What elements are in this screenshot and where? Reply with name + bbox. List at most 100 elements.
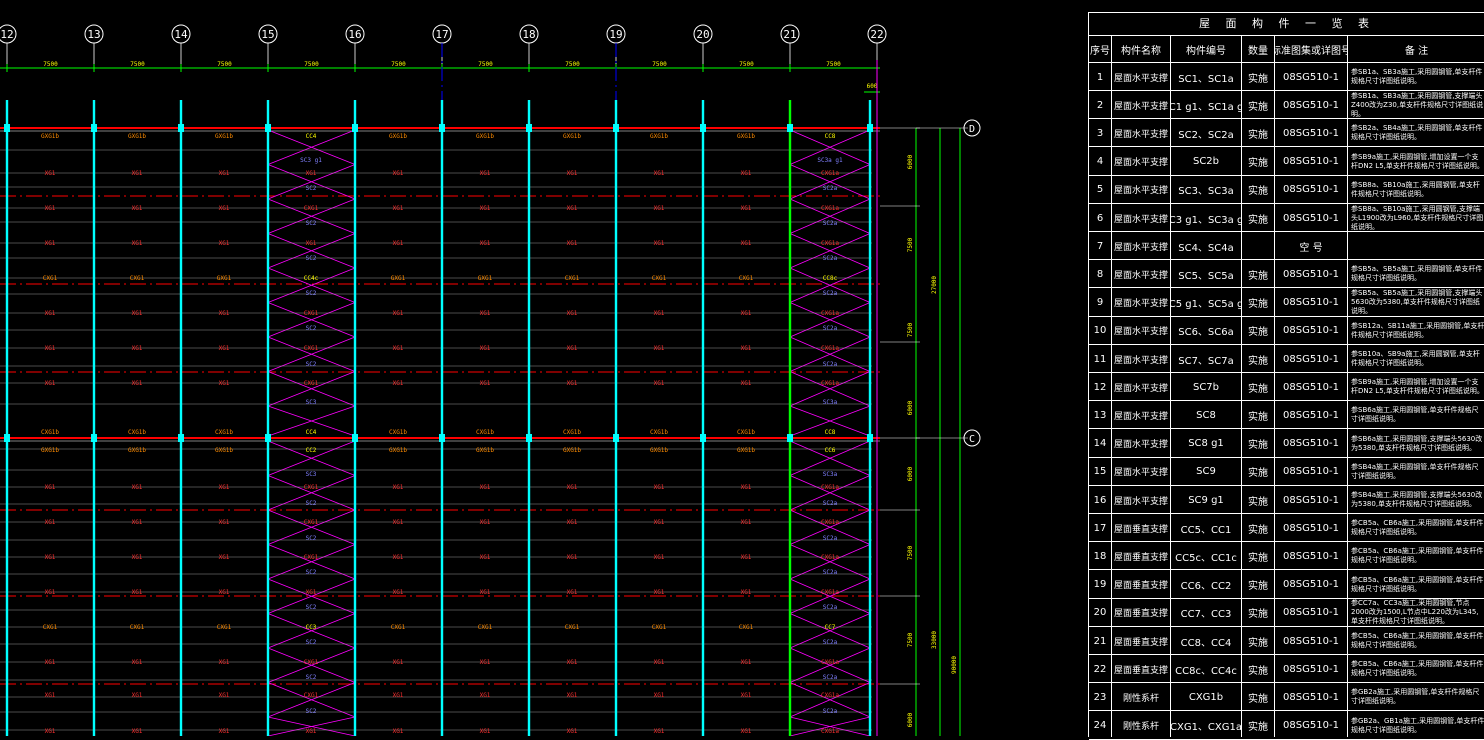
member-label: CXG1a [821, 519, 839, 526]
row-code: SC2b [1192, 156, 1220, 168]
row-ref: 空 号 [1299, 242, 1323, 254]
row-ref: 08SG510-1 [1283, 184, 1339, 196]
member-label: XG1 [219, 728, 230, 735]
row-note: 参GB2a、GB1a施工,采用圆钢管,单支杆件规格尺寸详图纸说明。 [1351, 716, 1484, 734]
member-label: CXG1 [304, 484, 319, 491]
span-dimension: 7500 [217, 61, 232, 68]
table-row: 18 屋面垂直支撑 CC5c、CC1c 实施 08SG510-1 参CB5a、CB6a施工… [1089, 542, 1484, 571]
column-node [439, 434, 445, 442]
member-label: CXG1a [821, 554, 839, 561]
member-label: XG1 [480, 484, 491, 491]
column-node [867, 124, 873, 132]
table-row: 3 屋面水平支撑 SC2、SC2a 实施 08SG510-1 参SB2a、SB4a施工,采… [1089, 119, 1484, 148]
member-label: CXG1 [217, 624, 232, 631]
member-label: XG1 [132, 589, 143, 596]
row-no: 5 [1096, 184, 1104, 196]
row-name: 屋面垂直支撑 [1113, 552, 1168, 563]
column-node [352, 434, 358, 442]
member-label: GXG1b [389, 447, 407, 454]
header-name: 构件名称 [1121, 45, 1161, 57]
table-row: 23 刚性系杆 CXG1b 实施 08SG510-1 参GB2a施工,采用圆钢管,单支杆件… [1089, 683, 1484, 712]
member-label: XG1 [480, 692, 491, 699]
member-label: XG1 [741, 170, 752, 177]
row-code: SC3 g1、SC3a g1 [1171, 214, 1241, 226]
member-label: XG1 [219, 170, 230, 177]
row-no: 17 [1093, 522, 1107, 534]
brace-label: SC2a [823, 569, 838, 576]
row-note: 参CB5a、CB6a施工,采用圆钢管,单支杆件规格尺寸详图纸说明。 [1351, 547, 1484, 565]
member-label: XG1 [480, 205, 491, 212]
row-ref: 08SG510-1 [1283, 409, 1339, 421]
row-no: 22 [1093, 663, 1107, 675]
row-divider [1089, 738, 1484, 740]
member-label: XG1 [567, 484, 578, 491]
member-label: XG1 [306, 170, 317, 177]
row-qty: 实施 [1248, 524, 1268, 536]
member-label: XG1 [741, 659, 752, 666]
member-label: XG1 [480, 728, 491, 735]
table-row: 2 屋面水平支撑SC1 g1、SC1a g1 实施 08SG510-1 参SB1a、SB… [1089, 91, 1484, 120]
row-code: SC5、SC5a [1178, 270, 1234, 282]
column-node [787, 434, 793, 442]
member-label: XG1 [45, 380, 56, 387]
member-label: XG1 [654, 345, 665, 352]
column-node [4, 124, 10, 132]
member-label: CXG1a [821, 659, 839, 666]
row-note: 参SB6a施工,采用圆钢管,单支杆件规格尺寸详图纸说明。 [1351, 406, 1479, 424]
member-label: XG1 [132, 554, 143, 561]
axis-label-19: 19 [609, 28, 622, 41]
table-row: 9 屋面水平支撑SC5 g1、SC5a g1 实施 08SG510-1 参SB5a、SB… [1089, 289, 1484, 317]
table-row: 8 屋面水平支撑 SC5、SC5a 实施 08SG510-1 参SB5a、SB5a施工,采… [1089, 260, 1484, 289]
table-row: 19 屋面垂直支撑 CC6、CC2 实施 08SG510-1 参CB5a、CB6a施工,采… [1089, 571, 1484, 599]
row-qty: 实施 [1248, 440, 1268, 452]
row-qty: 实施 [1248, 158, 1268, 170]
brace-label: SC2a [823, 639, 838, 646]
member-label: CXG1 [478, 624, 493, 631]
table-row: 15 屋面水平支撑 SC9 实施 08SG510-1 参SB4a施工,采用圆钢管,单支杆件… [1089, 458, 1484, 486]
member-label: XG1 [45, 659, 56, 666]
brace-label: SC2a [823, 255, 838, 262]
brace-label: SC2a [823, 185, 838, 192]
member-label: CXG1a [821, 205, 839, 212]
column-node [265, 434, 271, 442]
brace-label: SC2a [823, 535, 838, 542]
header-code: 构件编号 [1186, 45, 1226, 57]
right-dimension: 7500 [907, 632, 914, 647]
member-label: XG1 [219, 589, 230, 596]
member-label: CXG1 [565, 624, 580, 631]
member-label: XG1 [654, 240, 665, 247]
span-dimension: 7500 [304, 61, 319, 68]
member-label: XG1 [393, 589, 404, 596]
row-ref: 08SG510-1 [1283, 635, 1339, 647]
right-dimension: 6000 [907, 400, 914, 415]
column-node [613, 124, 619, 132]
member-label: CXG1 [304, 310, 319, 317]
row-code: SC6、SC6a [1178, 327, 1234, 339]
right-dimension: 7500 [907, 322, 914, 337]
span-dimension: 7500 [130, 61, 145, 68]
row-no: 4 [1096, 156, 1104, 168]
member-label: XG1 [132, 240, 143, 247]
row-qty: 实施 [1248, 411, 1268, 423]
row-ref: 08SG510-1 [1283, 268, 1339, 280]
row-no: 8 [1096, 268, 1104, 280]
row-note: 参CB5a、CB6a施工,采用圆钢管,单支杆件规格尺寸详图纸说明。 [1351, 632, 1484, 649]
row-no: 11 [1093, 353, 1107, 365]
span-dimension: 7500 [652, 61, 667, 68]
axis-label-13: 13 [87, 28, 100, 41]
table-row: 1 屋面水平支撑 SC1、SC1a 实施 08SG510-1 参SB1a、SB3a施工,采… [1089, 63, 1484, 91]
row-code: SC5 g1、SC5a g1 [1171, 299, 1241, 311]
member-label: XG1 [567, 345, 578, 352]
row-name: 屋面垂直支撑 [1113, 637, 1168, 648]
member-label: XG1 [654, 310, 665, 317]
member-label: XG1 [654, 692, 665, 699]
row-name: 屋面水平支撑 [1113, 158, 1168, 169]
row-name: 屋面垂直支撑 [1113, 524, 1168, 535]
member-label: XG1 [132, 310, 143, 317]
member-label: CXG1a [821, 692, 839, 699]
table-row: 4 屋面水平支撑 SC2b 实施 08SG510-1 参SB9a施工,采用圆钢管,增加设置… [1089, 148, 1484, 176]
row-qty: 实施 [1248, 270, 1268, 282]
span-dimension: 7500 [43, 61, 58, 68]
member-label: CXG1 [43, 624, 58, 631]
row-ref: 08SG510-1 [1283, 466, 1339, 478]
